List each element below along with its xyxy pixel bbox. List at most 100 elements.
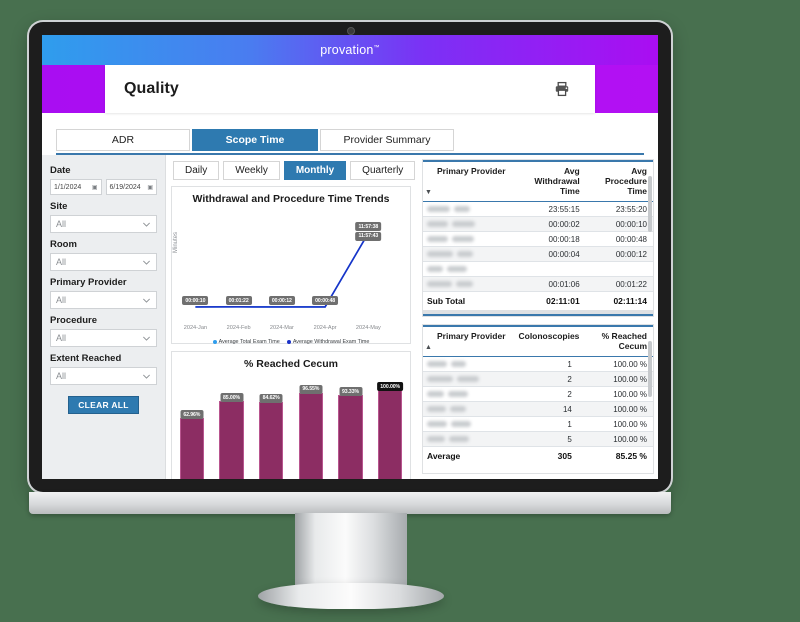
- granularity-quarterly[interactable]: Quarterly: [350, 161, 415, 180]
- filter-select-room[interactable]: All: [50, 253, 157, 271]
- charts-column: Daily Weekly Monthly Quarterly Withdrawa…: [166, 155, 416, 479]
- bar-data-label: 96.55%: [299, 385, 322, 394]
- table-row[interactable]: 00:00:18 00:00:48: [423, 232, 653, 247]
- cell-pct-reached-cecum: 100.00 %: [578, 372, 653, 387]
- cell-pct-reached-cecum: 100.00 %: [578, 387, 653, 402]
- table-header: ▼ Primary Provider Avg Withdrawal Time A…: [423, 162, 653, 202]
- calendar-icon[interactable]: ▣: [92, 184, 98, 191]
- redacted-provider-name: [457, 376, 479, 382]
- tables-column: ▼ Primary Provider Avg Withdrawal Time A…: [416, 155, 658, 479]
- table-body: 1 100.00 % 2 100.00 % 2 100.00 % 14 100.00 % 1 10…: [423, 357, 653, 447]
- table-row[interactable]: 00:01:06 00:01:22: [423, 277, 653, 292]
- line-xtick-label: 2024-May: [356, 325, 381, 331]
- col-primary-provider[interactable]: ▼ Primary Provider: [423, 162, 518, 202]
- line-chart-legend: Average Total Exam Time Average Withdrawa…: [172, 339, 410, 345]
- cell-provider: [423, 202, 518, 217]
- monitor-stand-base: [258, 583, 444, 609]
- line-chart-xaxis: 2024-Jan 2024-Feb 2024-Mar 2024-Apr 2024-May: [172, 325, 410, 337]
- cell-avg-withdrawal-time: 00:00:04: [518, 247, 585, 262]
- table-row[interactable]: 5 100.00 %: [423, 432, 653, 447]
- redacted-provider-name: [427, 391, 444, 397]
- table-scrollbar-thumb[interactable]: [648, 341, 652, 397]
- legend-item: Average Withdrawal Exam Time: [287, 339, 370, 345]
- redacted-provider-name: [451, 421, 471, 427]
- chevron-down-icon: [142, 372, 151, 381]
- table-row[interactable]: 00:00:02 00:00:10: [423, 217, 653, 232]
- col-avg-withdrawal-time[interactable]: Avg Withdrawal Time: [518, 162, 585, 202]
- tab-adr[interactable]: ADR: [56, 129, 190, 151]
- caret-down-icon[interactable]: ▼: [425, 189, 432, 196]
- redacted-provider-name: [451, 361, 466, 367]
- cell-provider: [423, 247, 518, 262]
- col-colonoscopies[interactable]: Colonoscopies: [514, 327, 577, 357]
- bar: [378, 390, 403, 479]
- table-header-row: ▼ Primary Provider Avg Withdrawal Time A…: [423, 162, 653, 202]
- filter-select-primary-provider[interactable]: All: [50, 291, 157, 309]
- table-row[interactable]: 23:55:15 23:55:20: [423, 202, 653, 217]
- filter-label-procedure: Procedure: [50, 315, 157, 326]
- granularity-daily[interactable]: Daily: [173, 161, 219, 180]
- table-row[interactable]: 1 100.00 %: [423, 357, 653, 372]
- filter-select-procedure[interactable]: All: [50, 329, 157, 347]
- clear-all-wrapper: CLEAR ALL: [50, 396, 157, 414]
- table-row[interactable]: 2 100.00 %: [423, 372, 653, 387]
- col-avg-procedure-time[interactable]: Avg Procedure Time: [586, 162, 653, 202]
- cecum-table: ▲ Primary Provider Colonoscopies % Reach…: [423, 327, 653, 465]
- cell-provider: [423, 372, 514, 387]
- table-row[interactable]: 1 100.00 %: [423, 417, 653, 432]
- filter-label-extent-reached: Extent Reached: [50, 353, 157, 364]
- date-to-input[interactable]: 6/19/2024 ▣: [106, 179, 158, 195]
- table-scrollbar-thumb[interactable]: [648, 176, 652, 232]
- tab-scope-time[interactable]: Scope Time: [192, 129, 318, 151]
- col-primary-provider[interactable]: ▲ Primary Provider: [423, 327, 514, 357]
- caret-up-icon[interactable]: ▲: [425, 344, 432, 351]
- print-button[interactable]: [551, 78, 573, 100]
- line-chart-title: Withdrawal and Procedure Time Trends: [172, 187, 410, 207]
- redacted-provider-name: [427, 281, 452, 287]
- facility-average-table: Facility Average 02:11:01 02:11:14: [423, 316, 653, 318]
- filter-sidebar: Date 1/1/2024 ▣ 6/19/2024 ▣ Site All Roo…: [42, 155, 166, 479]
- date-from-value: 1/1/2024: [54, 184, 81, 191]
- table-header: ▲ Primary Provider Colonoscopies % Reach…: [423, 327, 653, 357]
- redacted-provider-name: [448, 391, 468, 397]
- cell-avg-procedure-time: 00:00:10: [586, 217, 653, 232]
- granularity-monthly[interactable]: Monthly: [284, 161, 346, 180]
- cell-provider: [423, 357, 514, 372]
- cell-avg-procedure-time: 00:00:48: [586, 232, 653, 247]
- filter-select-site[interactable]: All: [50, 215, 157, 233]
- redacted-provider-name: [427, 376, 453, 382]
- table-row[interactable]: 2 100.00 %: [423, 387, 653, 402]
- line-data-label: 11:57:38: [355, 222, 381, 231]
- filter-value-site: All: [56, 219, 66, 229]
- filter-label-site: Site: [50, 201, 157, 212]
- date-from-input[interactable]: 1/1/2024 ▣: [50, 179, 102, 195]
- bar-chart-panel: % Reached Cecum 62.96% 85.00% 84.62% 96.55%…: [171, 351, 411, 479]
- tab-provider-summary[interactable]: Provider Summary: [320, 129, 454, 151]
- facility-average-body: Facility Average 02:11:01 02:11:14: [423, 316, 653, 318]
- chevron-down-icon: [142, 334, 151, 343]
- table-body: 23:55:15 23:55:20 00:00:02 00:00:10 00:00:18…: [423, 202, 653, 292]
- bar-data-label: 100.00%: [377, 382, 403, 391]
- table-row[interactable]: 14 100.00 %: [423, 402, 653, 417]
- cell-colonoscopies: 1: [514, 417, 577, 432]
- subtotal-label: Sub Total: [423, 292, 518, 311]
- col-pct-reached-cecum[interactable]: % Reached Cecum: [578, 327, 653, 357]
- filter-label-date: Date: [50, 165, 157, 176]
- filter-select-extent-reached[interactable]: All: [50, 367, 157, 385]
- filter-label-primary-provider: Primary Provider: [50, 277, 157, 288]
- subtotal-row: Sub Total 02:11:01 02:11:14: [423, 292, 653, 311]
- date-range-row: 1/1/2024 ▣ 6/19/2024 ▣: [50, 179, 157, 195]
- title-band: Quality: [42, 65, 658, 113]
- monitor-bottom-bezel: [29, 492, 671, 514]
- facility-average-procedure: 02:11:14: [583, 316, 653, 318]
- table-row[interactable]: [423, 262, 653, 277]
- granularity-weekly[interactable]: Weekly: [223, 161, 280, 180]
- table-row[interactable]: 00:00:04 00:00:12: [423, 247, 653, 262]
- redacted-provider-name: [447, 266, 467, 272]
- legend-item: Average Total Exam Time: [213, 339, 280, 345]
- redacted-provider-name: [449, 436, 469, 442]
- cell-avg-withdrawal-time: 23:55:15: [518, 202, 585, 217]
- calendar-icon[interactable]: ▣: [147, 184, 153, 191]
- clear-all-button[interactable]: CLEAR ALL: [68, 396, 139, 414]
- cell-colonoscopies: 5: [514, 432, 577, 447]
